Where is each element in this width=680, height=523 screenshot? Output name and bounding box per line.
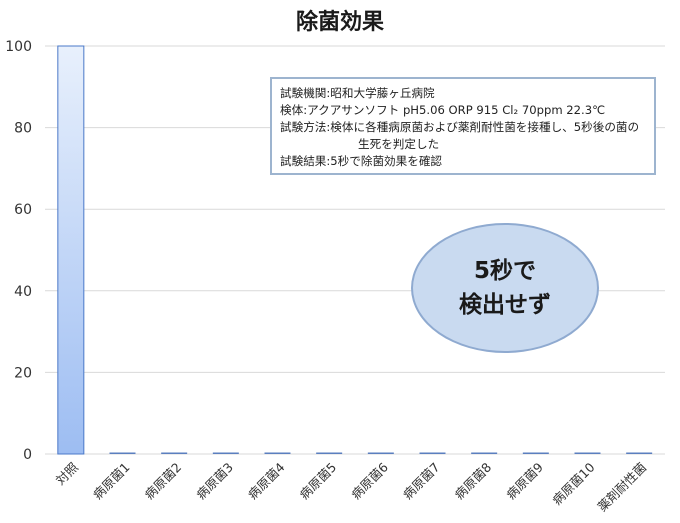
test-method-continued-text: 生死を判定した (358, 137, 440, 151)
y-tick-label: 0 (23, 447, 32, 463)
x-tick-label: 病原菌6 (348, 459, 391, 502)
x-tick-label: 対照 (53, 460, 81, 488)
bar (264, 452, 291, 454)
x-tick-label: 病原菌4 (245, 459, 288, 502)
test-method-text: 試験方法:検体に各種病原菌および薬剤耐性菌を接種し、5秒後の菌の (280, 120, 640, 134)
test-result-text: 試験結果:5秒で除菌効果を確認 (280, 154, 443, 168)
bar (161, 452, 188, 454)
bar (574, 452, 601, 454)
sample-text: 検体:アクアサンソフト pH5.06 ORP 915 Cl₂ 70ppm 22.… (280, 103, 606, 117)
y-tick-label: 60 (14, 202, 32, 218)
bar (367, 452, 394, 454)
y-tick-label: 80 (14, 121, 32, 137)
bar (212, 452, 239, 454)
x-tick-label: 病原菌2 (142, 460, 185, 503)
x-axis-ticks: 対照 病原菌1 病原菌2 病原菌3 病原菌4 病原菌5 病原菌6 病原菌7 病原菌8 病原菌9 病原… (53, 459, 650, 514)
x-tick-label: 病原菌10 (549, 459, 597, 507)
x-tick-label: 病原菌8 (452, 459, 495, 502)
bar (522, 452, 549, 454)
x-tick-label: 薬剤耐性菌 (594, 460, 649, 515)
y-tick-label: 100 (5, 39, 32, 55)
x-tick-label: 病原菌7 (400, 460, 443, 503)
x-tick-label: 病原菌3 (193, 460, 236, 503)
y-tick-label: 40 (14, 284, 32, 300)
callout-line-2: 検出せず (459, 292, 551, 318)
callout-line-1: 5秒で (473, 258, 536, 284)
chart-title: 除菌効果 (296, 9, 384, 35)
x-tick-label: 病原菌1 (90, 460, 133, 503)
test-info-box: 試験機関:昭和大学藤ヶ丘病院 検体:アクアサンソフト pH5.06 ORP 91… (270, 77, 656, 175)
bar (109, 452, 136, 454)
bar (471, 452, 498, 454)
result-callout-ellipse: 5秒で 検出せず (411, 223, 599, 353)
bar (626, 452, 653, 454)
bar (419, 452, 446, 454)
x-tick-label: 病原菌5 (297, 460, 340, 503)
y-axis-ticks: 0 20 40 60 80 100 (5, 39, 32, 463)
test-institution-text: 試験機関:昭和大学藤ヶ丘病院 (280, 86, 435, 100)
x-tick-label: 病原菌9 (503, 459, 546, 502)
bar (57, 45, 85, 455)
y-tick-label: 20 (14, 365, 32, 381)
bar (316, 452, 343, 454)
